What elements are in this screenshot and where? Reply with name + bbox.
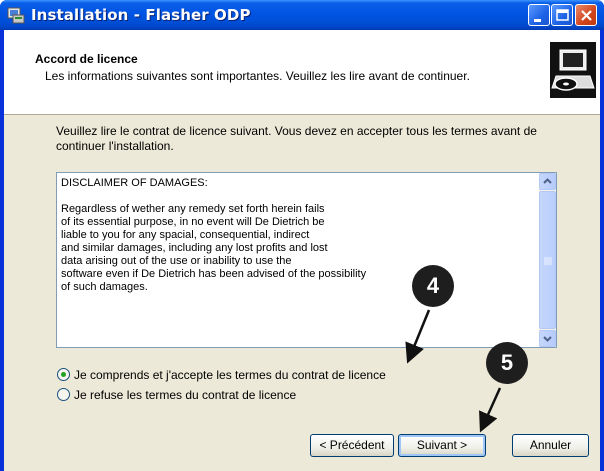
callout-5-arrow (479, 387, 502, 433)
callout-4-arrow (405, 309, 431, 364)
annotation-arrows (405, 309, 502, 433)
callout-5-badge: 5 (486, 342, 528, 384)
callout-4-badge: 4 (412, 265, 454, 307)
